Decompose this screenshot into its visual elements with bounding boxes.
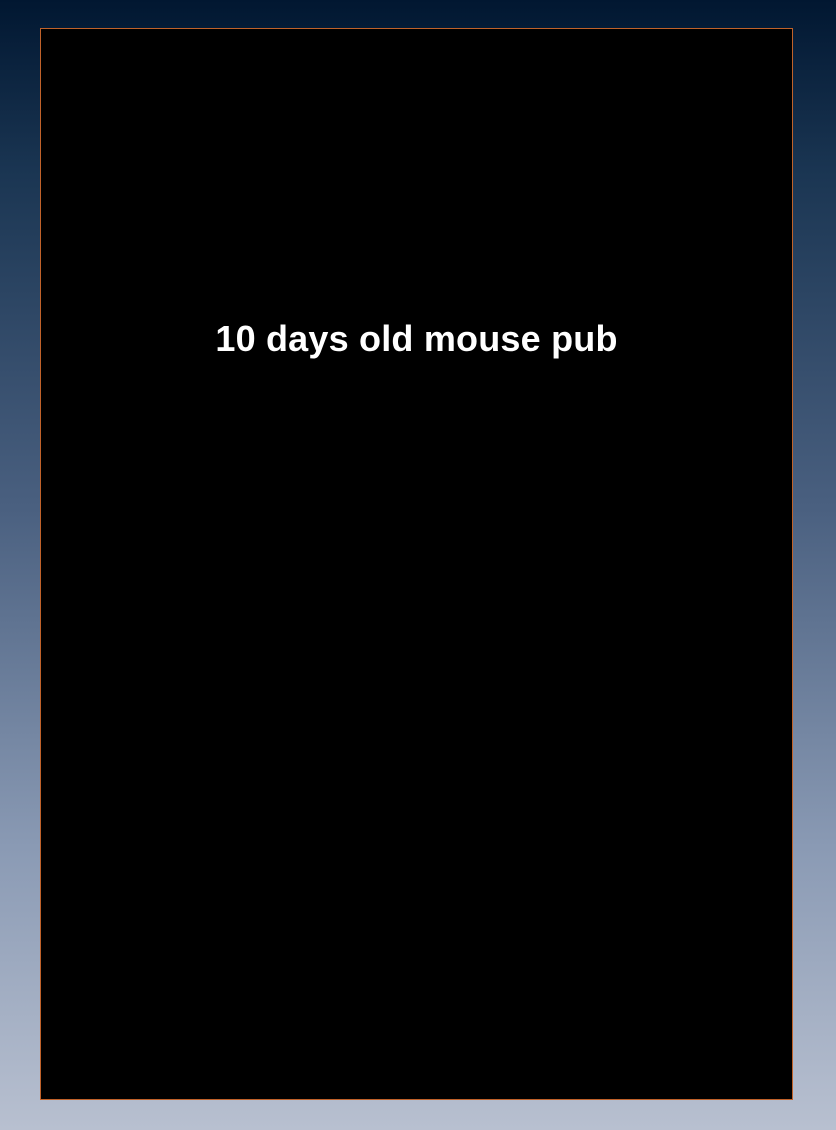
image-panel: 10 days old mouse pub bbox=[40, 28, 793, 1100]
panel-caption: 10 days old mouse pub bbox=[215, 318, 618, 359]
